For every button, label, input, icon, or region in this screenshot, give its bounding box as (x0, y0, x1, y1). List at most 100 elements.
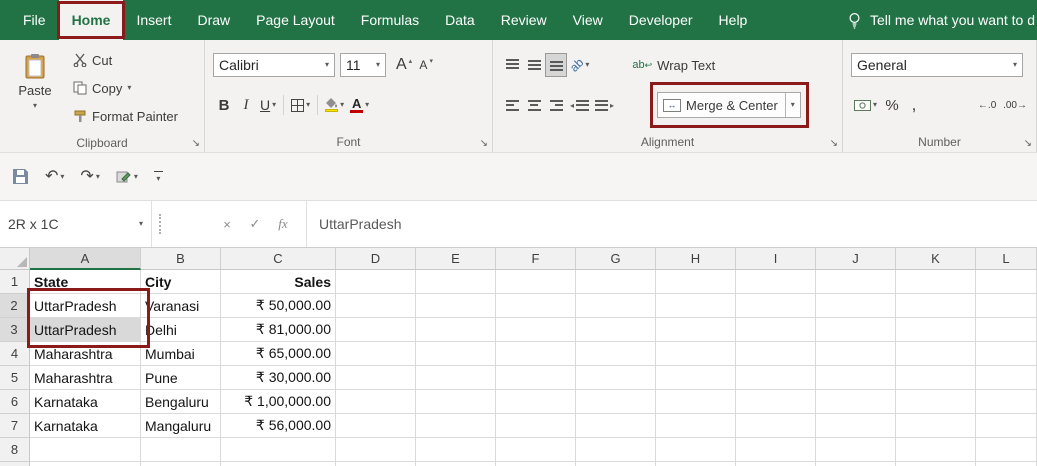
tab-file[interactable]: File (10, 0, 59, 40)
accounting-format-button[interactable]: ▾ (851, 93, 880, 117)
cell-F5[interactable] (496, 366, 576, 390)
comma-style-button[interactable]: , (904, 93, 924, 117)
cell-E3[interactable] (416, 318, 496, 342)
cell-K7[interactable] (896, 414, 976, 438)
cell-A9[interactable] (30, 462, 141, 466)
decrease-decimal-button[interactable]: .00→ (1000, 93, 1030, 117)
cell-F2[interactable] (496, 294, 576, 318)
align-middle-button[interactable] (523, 53, 545, 77)
underline-button[interactable]: U ▾ (257, 93, 279, 117)
row-header-6[interactable]: 6 (0, 390, 30, 414)
cell-G3[interactable] (576, 318, 656, 342)
cell-H7[interactable] (656, 414, 736, 438)
cell-K2[interactable] (896, 294, 976, 318)
cell-L4[interactable] (976, 342, 1037, 366)
borders-button[interactable]: ▾ (288, 93, 313, 117)
cell-C5[interactable]: ₹ 30,000.00 (221, 366, 336, 390)
customize-quick-access-button[interactable]: ▾ (152, 169, 165, 185)
cell-I8[interactable] (736, 438, 816, 462)
align-bottom-button[interactable] (545, 53, 567, 77)
cell-E5[interactable] (416, 366, 496, 390)
cell-E8[interactable] (416, 438, 496, 462)
cell-D4[interactable] (336, 342, 416, 366)
undo-button[interactable]: ↶ ▾ (43, 167, 66, 187)
cell-I9[interactable] (736, 462, 816, 466)
dialog-launcher-icon[interactable]: ↘ (830, 139, 838, 149)
cell-H9[interactable] (656, 462, 736, 466)
cell-K5[interactable] (896, 366, 976, 390)
cell-J1[interactable] (816, 270, 896, 294)
dialog-launcher-icon[interactable]: ↘ (192, 139, 200, 149)
tell-me-box[interactable]: Tell me what you want to d (847, 0, 1037, 40)
cell-K9[interactable] (896, 462, 976, 466)
cell-J7[interactable] (816, 414, 896, 438)
grow-font-button[interactable]: A ▴ (393, 53, 415, 77)
cell-J5[interactable] (816, 366, 896, 390)
cell-C9[interactable] (221, 462, 336, 466)
cell-L8[interactable] (976, 438, 1037, 462)
cell-L5[interactable] (976, 366, 1037, 390)
cell-C6[interactable]: ₹ 1,00,000.00 (221, 390, 336, 414)
cell-E6[interactable] (416, 390, 496, 414)
cell-G9[interactable] (576, 462, 656, 466)
cell-J8[interactable] (816, 438, 896, 462)
row-header-9[interactable] (0, 462, 30, 466)
orientation-button[interactable]: ab ▾ (567, 53, 592, 77)
cell-C2[interactable]: ₹ 50,000.00 (221, 294, 336, 318)
cell-E7[interactable] (416, 414, 496, 438)
tab-developer[interactable]: Developer (616, 0, 706, 40)
tab-draw[interactable]: Draw (184, 0, 243, 40)
cell-B4[interactable]: Mumbai (141, 342, 221, 366)
formula-bar-resize-handle[interactable] (152, 201, 168, 247)
cell-G6[interactable] (576, 390, 656, 414)
cell-B6[interactable]: Bengaluru (141, 390, 221, 414)
cell-D2[interactable] (336, 294, 416, 318)
column-header-A[interactable]: A (30, 248, 141, 270)
cell-D9[interactable] (336, 462, 416, 466)
cell-B1[interactable]: City (141, 270, 221, 294)
enter-button[interactable]: ✓ (244, 213, 266, 235)
name-box[interactable]: 2R x 1C ▾ (0, 201, 152, 247)
cell-J3[interactable] (816, 318, 896, 342)
cell-H4[interactable] (656, 342, 736, 366)
cell-L3[interactable] (976, 318, 1037, 342)
column-header-L[interactable]: L (976, 248, 1037, 270)
cell-B7[interactable]: Mangaluru (141, 414, 221, 438)
cell-J6[interactable] (816, 390, 896, 414)
cell-A1[interactable]: State (30, 270, 141, 294)
percent-style-button[interactable]: % (880, 93, 904, 117)
row-header-5[interactable]: 5 (0, 366, 30, 390)
cell-I1[interactable] (736, 270, 816, 294)
cell-B8[interactable] (141, 438, 221, 462)
cell-G1[interactable] (576, 270, 656, 294)
tab-data[interactable]: Data (432, 0, 488, 40)
cell-F7[interactable] (496, 414, 576, 438)
cell-E2[interactable] (416, 294, 496, 318)
formula-input[interactable]: UttarPradesh (306, 201, 1037, 247)
cell-J9[interactable] (816, 462, 896, 466)
row-header-2[interactable]: 2 (0, 294, 30, 318)
tab-review[interactable]: Review (488, 0, 560, 40)
cell-I5[interactable] (736, 366, 816, 390)
cell-L7[interactable] (976, 414, 1037, 438)
cell-D3[interactable] (336, 318, 416, 342)
cell-F4[interactable] (496, 342, 576, 366)
column-header-H[interactable]: H (656, 248, 736, 270)
cell-J4[interactable] (816, 342, 896, 366)
select-all-corner[interactable] (0, 248, 30, 270)
cell-H8[interactable] (656, 438, 736, 462)
cell-L1[interactable] (976, 270, 1037, 294)
align-top-button[interactable] (501, 53, 523, 77)
shrink-font-button[interactable]: A ▾ (415, 53, 437, 77)
cell-K8[interactable] (896, 438, 976, 462)
column-header-G[interactable]: G (576, 248, 656, 270)
font-color-button[interactable]: A ▾ (347, 93, 372, 117)
cell-D8[interactable] (336, 438, 416, 462)
insert-function-button[interactable]: fx (272, 213, 294, 235)
row-header-7[interactable]: 7 (0, 414, 30, 438)
tab-view[interactable]: View (560, 0, 616, 40)
align-center-button[interactable] (523, 93, 545, 117)
row-header-4[interactable]: 4 (0, 342, 30, 366)
cell-K1[interactable] (896, 270, 976, 294)
cell-E4[interactable] (416, 342, 496, 366)
